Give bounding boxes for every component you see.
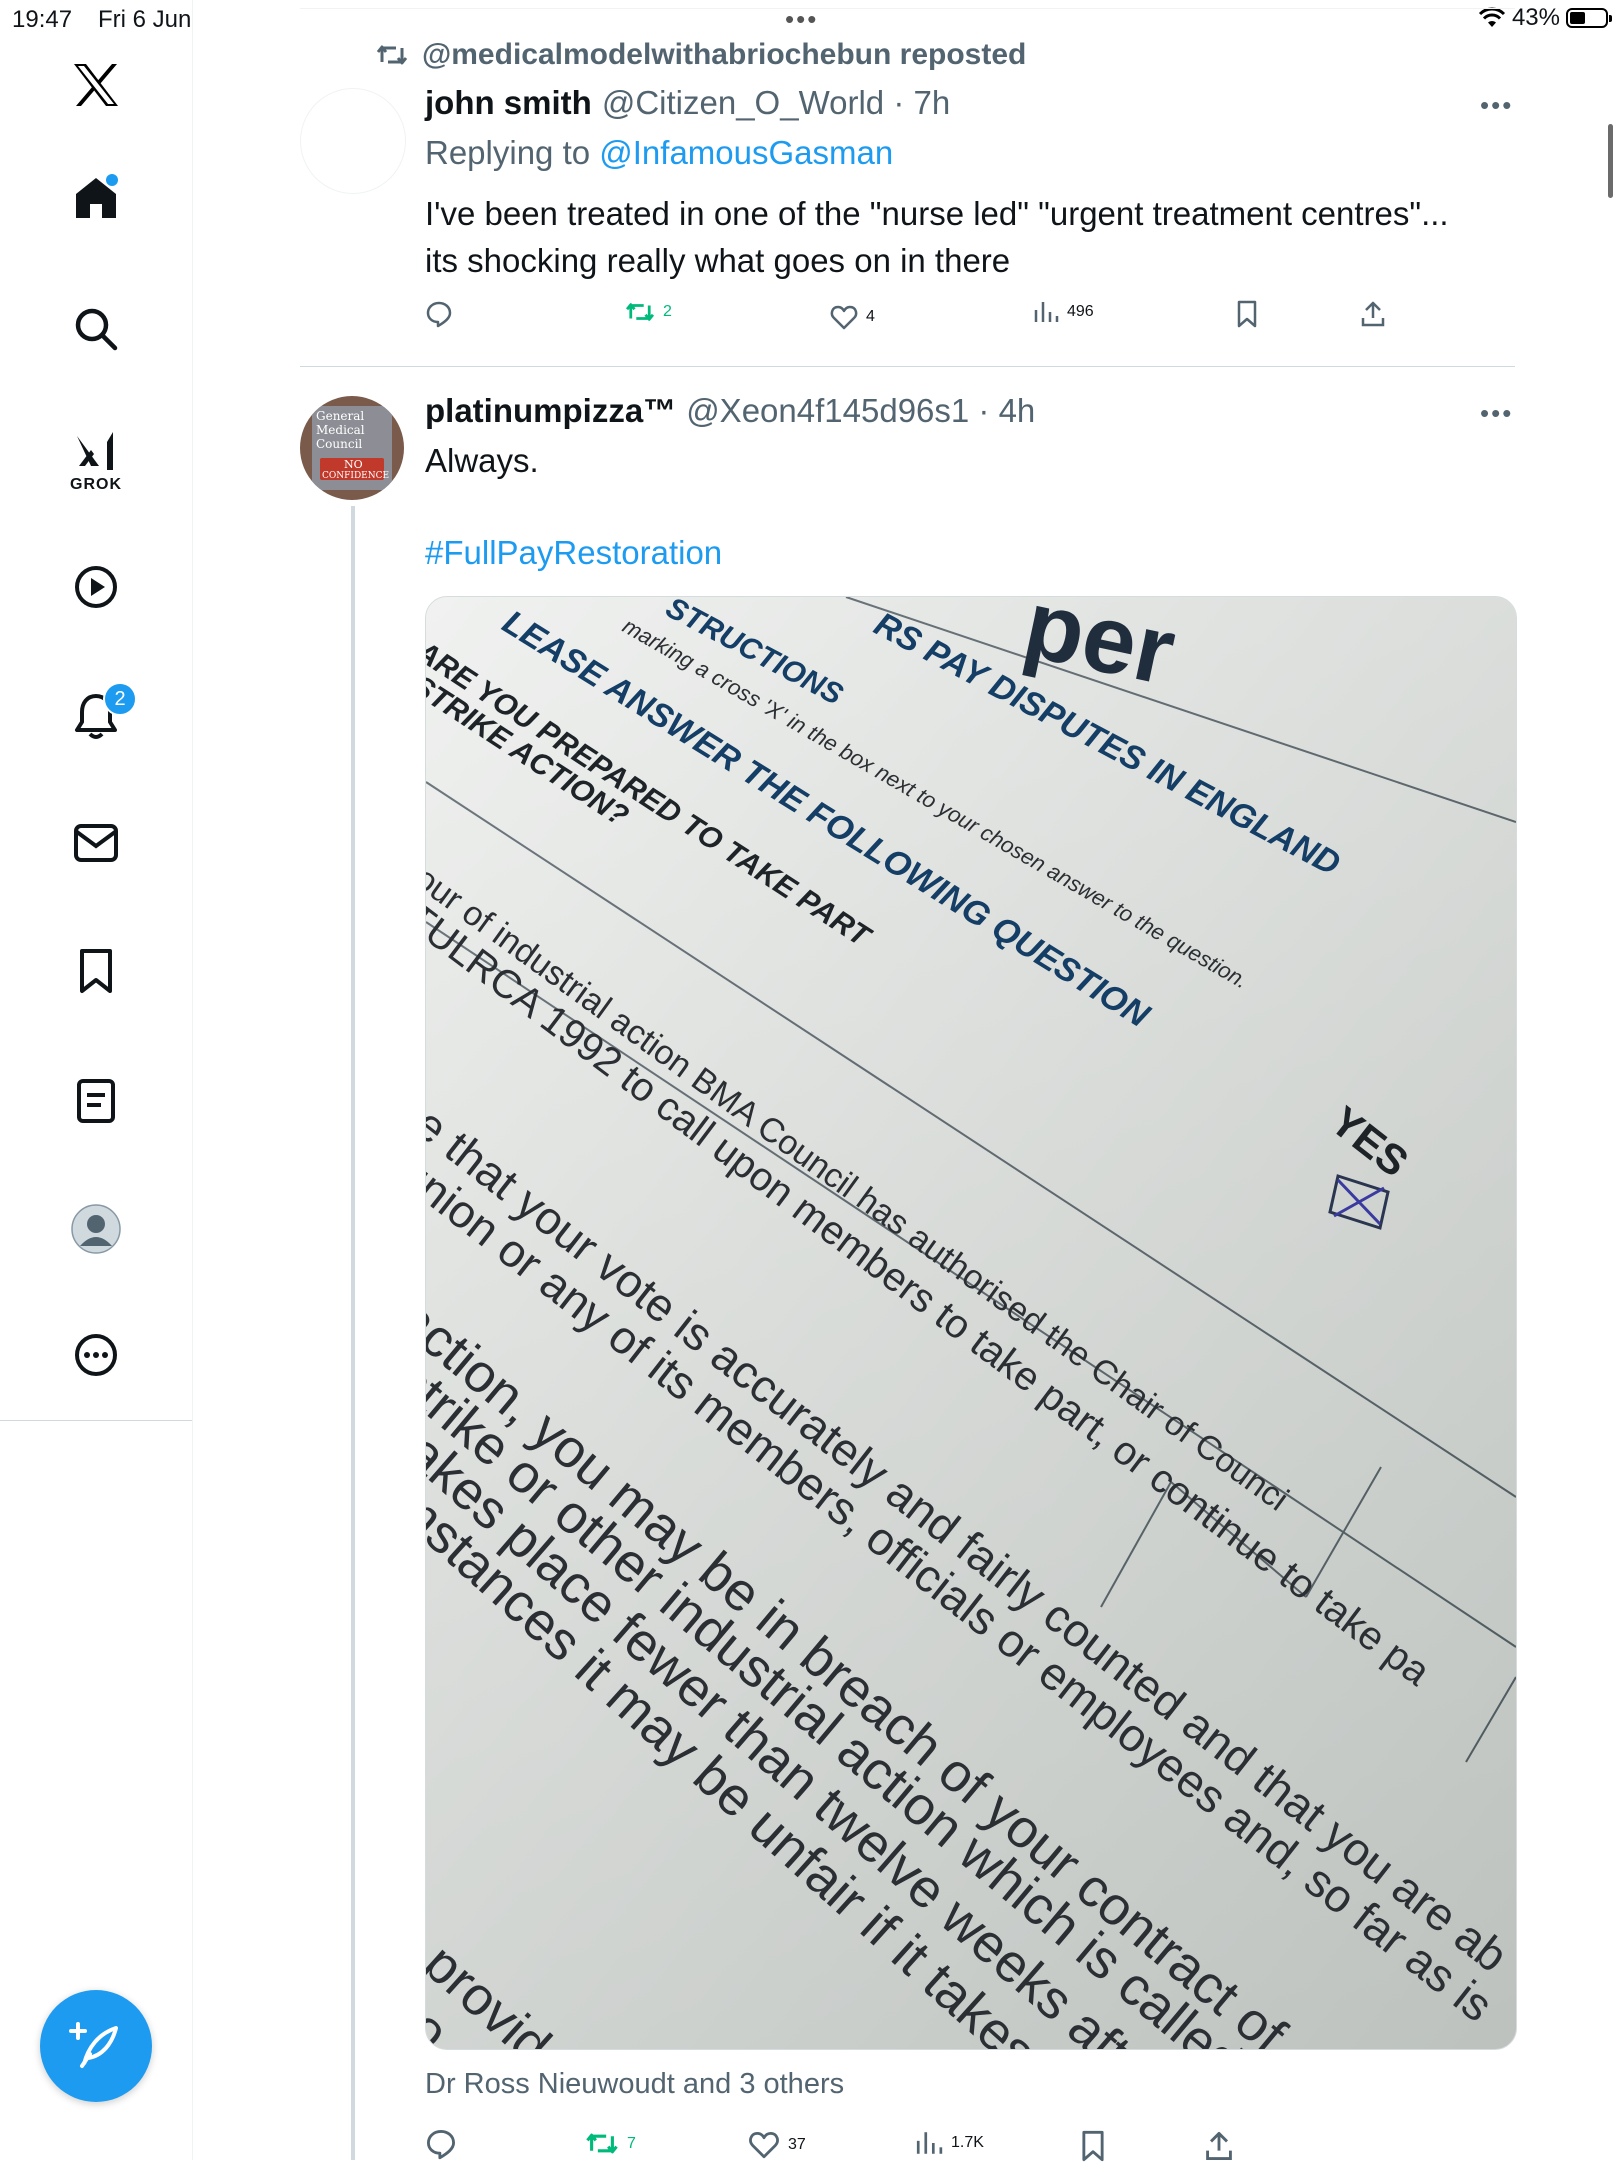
reply-icon [427,2130,455,2160]
mail-icon [74,824,118,862]
sidebar-item-explore[interactable] [0,306,192,352]
battery-percent: 43% [1511,4,1560,31]
top-divider [300,8,1515,9]
tweet-separator [300,366,1515,367]
grok-icon [77,432,113,470]
tweet2-more-button[interactable]: ••• [1480,398,1513,429]
wifi-icon [1478,7,1506,27]
tweet2-repost-button[interactable]: 7 [585,2130,636,2157]
grok-label: GROK [70,476,122,493]
x-logo[interactable] [0,62,192,108]
heart-icon [830,305,858,330]
tweet1-views-button[interactable]: 496 [1033,300,1094,324]
repost-icon [376,45,408,65]
repost-icon [625,303,655,321]
thread-line [351,506,355,2160]
notifications-badge: 2 [103,682,137,716]
tweet1-author-name[interactable]: john smith [425,84,592,122]
sidebar: GROK 2 [0,0,193,2160]
sidebar-item-home[interactable] [0,174,192,222]
tweet2-views-button[interactable]: 1.7K [915,2130,984,2156]
tweet1-like-button[interactable]: 4 [830,304,875,330]
tweet1-header: john smith @Citizen_O_World · 7h [425,84,950,122]
bookmark-icon [80,949,112,993]
tweet2-photo[interactable]: per RS PAY DISPUTES IN ENGLAND STRUCTION… [425,596,1517,2050]
home-unread-dot [106,174,118,186]
repost-context-label: @medicalmodelwithabriochebun reposted [422,38,1027,71]
views-icon [1034,302,1059,322]
share-icon [1206,2132,1232,2160]
bookmark-icon [1237,300,1257,328]
tweet1-bookmark-button[interactable] [1236,300,1258,328]
reply-icon [426,301,452,328]
avatar-icon [71,1204,121,1254]
tweet1-avatar[interactable] [300,88,406,194]
sidebar-item-messages[interactable] [0,822,192,864]
status-bar: 19:47 Fri 6 Jun ••• 43% [0,0,1620,40]
sidebar-divider [0,1420,192,1421]
bookmark-icon [1082,2130,1104,2162]
battery-icon [1566,8,1612,28]
repost-context[interactable]: @medicalmodelwithabriochebun reposted [376,38,1026,72]
tweet1-like-count: 4 [866,308,875,325]
tweet1-more-button[interactable]: ••• [1480,90,1513,121]
tweet2-header: platinumpizza™ @Xeon4f145d96s1 · 4h [425,392,1035,430]
search-icon [75,308,118,351]
avatar-text-1: General [316,409,365,423]
sidebar-item-grok[interactable]: GROK [0,428,192,494]
sidebar-item-bookmarks[interactable] [0,948,192,994]
replying-prefix: Replying to [425,134,600,171]
tweet2-share-button[interactable] [1204,2130,1234,2162]
sidebar-item-notifications[interactable]: 2 [0,682,192,740]
tweet1-repost-count: 2 [663,303,672,320]
tweet2-author-name[interactable]: platinumpizza™ [425,392,676,430]
tweet1-text-line2: its shocking really what goes on in ther… [425,242,1011,279]
list-icon [77,1079,115,1123]
tweet2-like-button[interactable]: 37 [748,2130,806,2159]
tweet2-handle-time[interactable]: @Xeon4f145d96s1 · 4h [686,392,1035,430]
tweet2-liked-by[interactable]: Dr Ross Nieuwoudt and 3 others [425,2068,844,2101]
compose-button[interactable] [40,1990,152,2102]
sidebar-item-videos[interactable] [0,564,192,610]
compose-icon [69,2022,118,2068]
avatar-text-2: Medical [316,423,365,437]
views-icon [916,2132,943,2154]
scrollbar[interactable] [1608,124,1613,198]
tweet1-reply-button[interactable] [425,300,453,328]
repost-icon [586,2133,618,2154]
replying-to-link[interactable]: @InfamousGasman [599,134,893,171]
tweet2-reply-button[interactable] [425,2128,457,2160]
tweet1-handle-time[interactable]: @Citizen_O_World · 7h [602,84,950,122]
tweet1-replying-to: Replying to @InfamousGasman [425,134,893,172]
avatar-text-3: Council [316,437,363,451]
x-logo-icon [74,64,118,106]
tweet2-hashtag[interactable]: #FullPayRestoration [425,534,722,572]
sidebar-item-more[interactable] [0,1332,192,1378]
more-icon [75,1334,117,1376]
tweet1-text: I've been treated in one of the "nurse l… [425,190,1525,284]
tweet1-share-button[interactable] [1360,300,1386,328]
tweet2-avatar[interactable]: General Medical Council NO CONFIDENCE [300,396,404,500]
sidebar-item-lists[interactable] [0,1078,192,1124]
tweet2-bookmark-button[interactable] [1080,2130,1106,2162]
tweet1-text-line1: I've been treated in one of the "nurse l… [425,195,1449,232]
sidebar-item-profile[interactable] [0,1204,192,1254]
tweet2-like-count: 37 [788,2135,806,2153]
heart-icon [749,2131,779,2159]
tweet2-text: Always. [425,442,539,479]
share-icon [1361,301,1385,327]
avatar-text-5: CONFIDENCE [322,471,390,481]
tweet1-repost-button[interactable]: 2 [625,300,672,324]
tweet2-view-count: 1.7K [951,2134,984,2151]
play-icon [75,566,117,608]
tweet2-repost-count: 7 [627,2134,636,2152]
tweet1-view-count: 496 [1067,303,1094,320]
